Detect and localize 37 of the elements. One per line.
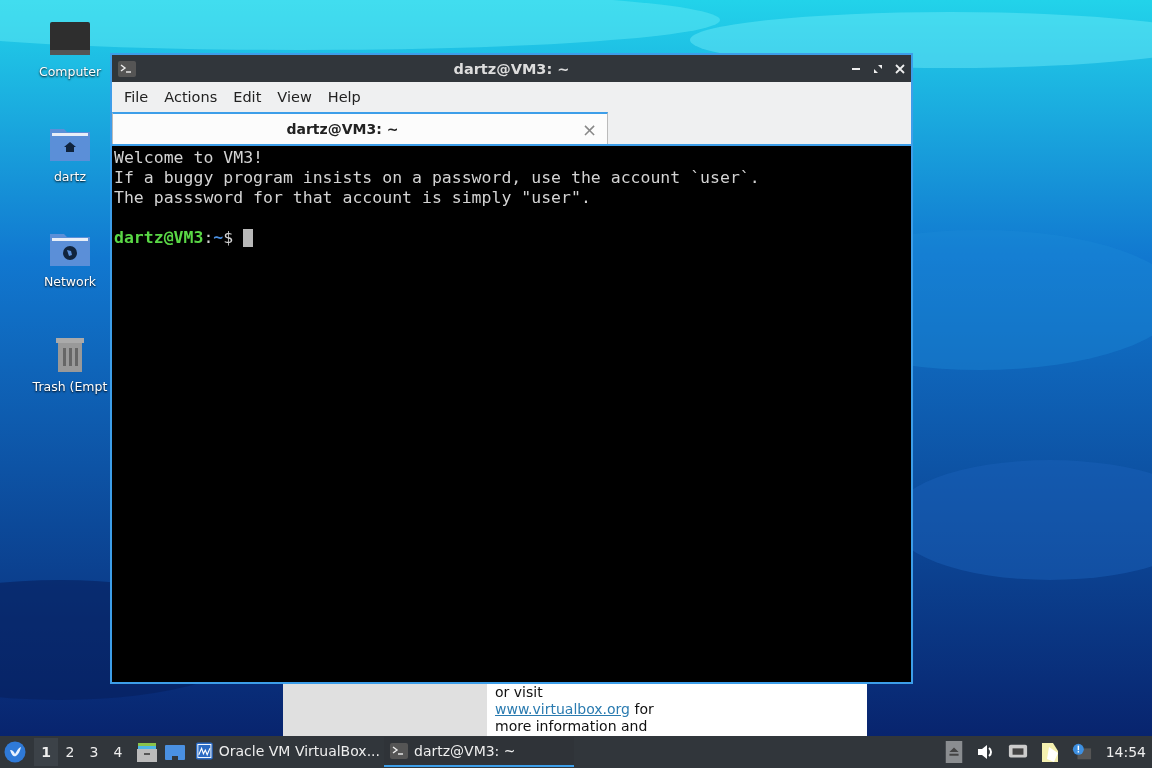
info-text: www.virtualbox.org for (495, 701, 654, 718)
task-button[interactable]: Oracle VM VirtualBox... (190, 737, 380, 767)
info-text: or visit (495, 684, 544, 701)
prompt-path: ~ (213, 228, 224, 248)
terminal-icon (118, 60, 136, 77)
menu-item[interactable]: View (269, 88, 320, 105)
clipboard-icon[interactable] (1039, 741, 1060, 763)
menu-item[interactable]: Help (319, 88, 369, 105)
workspace-button[interactable]: 2 (58, 738, 82, 766)
waveform-icon (196, 742, 213, 760)
terminal-text: The passsword for that account is simply "user". (114, 188, 592, 208)
menu-item[interactable]: File (116, 88, 157, 105)
icon-label[interactable]: Trash (Empt (32, 379, 108, 394)
prompt-separator: : (203, 228, 214, 248)
workspace-button[interactable]: 4 (106, 738, 130, 766)
window-title: dartz@VM3: ~ (452, 60, 571, 77)
clock: 14:54 (1105, 744, 1146, 760)
website-link[interactable]: www.virtualbox.org (495, 701, 630, 717)
start-menu-icon[interactable] (4, 741, 26, 763)
file-cabinet-icon[interactable] (136, 741, 158, 763)
terminal-text: If a buggy program insists on a password, use the account `user`. (114, 168, 761, 188)
tab[interactable]: dartz@VM3: ~ × (112, 112, 608, 144)
close-icon[interactable] (895, 63, 905, 74)
menu-item[interactable]: Edit (225, 88, 270, 105)
icon-label[interactable]: Network (43, 274, 97, 289)
terminal-text: Welcome to VM3! (114, 148, 264, 168)
monitor-icon[interactable] (48, 20, 92, 58)
terminal-icon (390, 742, 408, 760)
menu-item[interactable]: Actions (156, 88, 226, 105)
workspace-button[interactable]: 3 (82, 738, 106, 766)
maximize-icon[interactable] (873, 63, 883, 74)
text-cursor (243, 229, 254, 247)
workspace-button[interactable]: 1 (34, 738, 58, 766)
prompt-user: dartz@VM3 (114, 228, 204, 248)
prompt-symbol: $ (223, 228, 234, 248)
info-text: more information and (495, 718, 649, 735)
eject-icon[interactable] (943, 741, 964, 763)
